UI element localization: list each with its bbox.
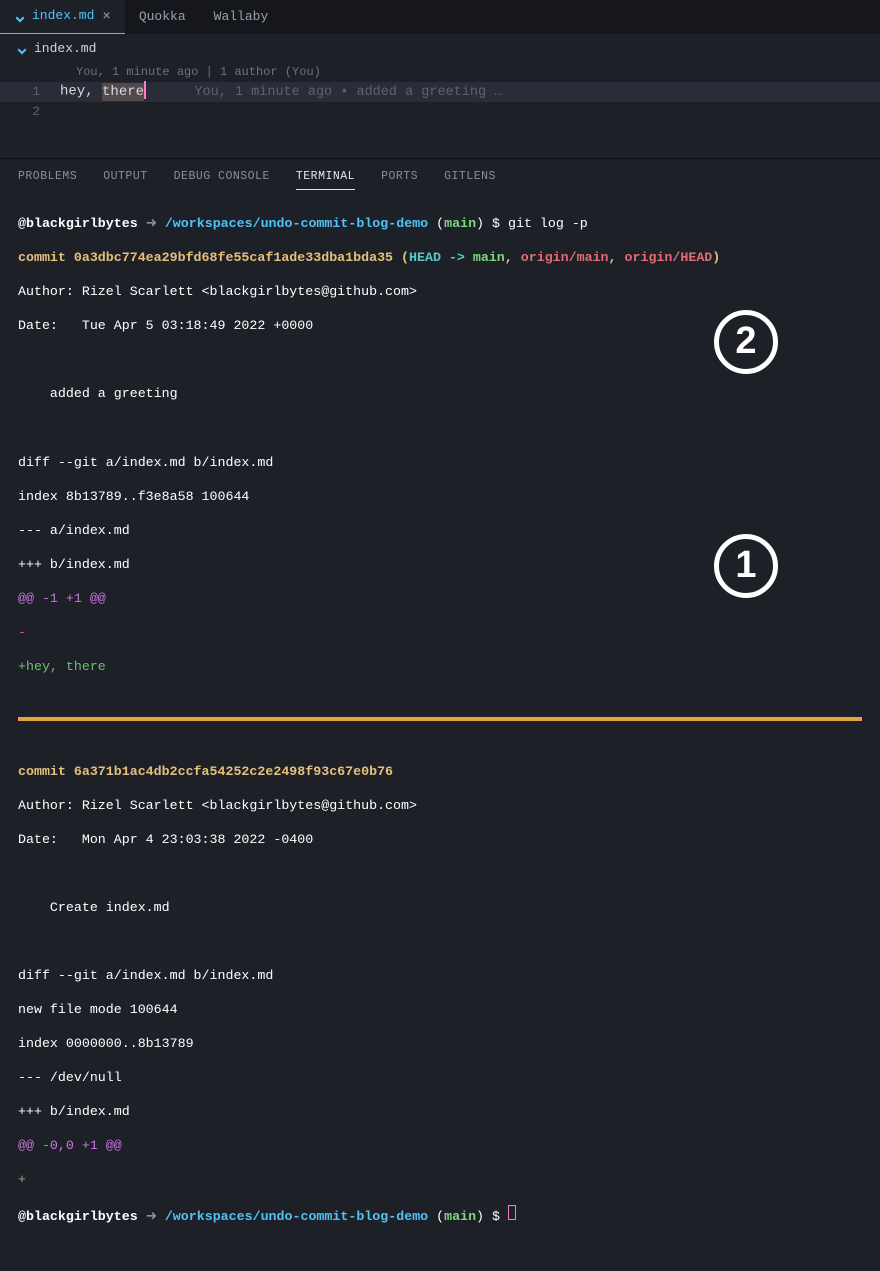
git-diff-newfile: new file mode 100644 [18,1001,862,1018]
tab-wallaby[interactable]: Wallaby [200,0,283,34]
terminal-command: git log -p [508,216,588,231]
code-editor[interactable]: You, 1 minute ago | 1 author (You) 1 hey… [0,64,880,122]
annotation-divider [18,717,862,721]
git-message: added a greeting [18,385,862,402]
git-removed-line: - [18,624,862,641]
breadcrumb[interactable]: index.md [0,34,880,64]
blame-annotation: You, 1 minute ago | 1 author (You) [0,64,880,82]
tab-label: Quokka [139,8,186,26]
git-diff-plus: +++ b/index.md [18,1103,862,1120]
git-diff-index: index 8b13789..f3e8a58 100644 [18,488,862,505]
markdown-icon [14,12,24,22]
git-diff-header: diff --git a/index.md b/index.md [18,454,862,471]
git-hunk-header: @@ -0,0 +1 @@ [18,1137,862,1154]
line-text: hey, [60,84,102,100]
editor-tabs: index.md × Quokka Wallaby [0,0,880,34]
git-author-line: Author: Rizel Scarlett <blackgirlbytes@g… [18,797,862,814]
tab-terminal[interactable]: TERMINAL [296,169,355,190]
tab-label: Wallaby [214,8,269,26]
terminal-prompt-line: @blackgirlbytes ➜ /workspaces/undo-commi… [18,1205,862,1225]
breadcrumb-filename: index.md [34,40,96,58]
tab-output[interactable]: OUTPUT [103,169,147,190]
text-caret [144,81,146,99]
terminal-prompt-line: @blackgirlbytes ➜ /workspaces/undo-commi… [18,215,862,232]
git-message: Create index.md [18,899,862,916]
line-number: 1 [0,83,60,101]
inline-blame: You, 1 minute ago • added a greeting … [154,85,502,100]
line-number: 2 [0,103,60,121]
annotation-circle-1: 1 [714,534,778,598]
tab-gitlens[interactable]: GITLENS [444,169,496,190]
git-added-line: + [18,1171,862,1188]
editor-line[interactable]: 1 hey, there You, 1 minute ago • added a… [0,82,880,102]
git-commit-line: commit 0a3dbc774ea29bfd68fe55caf1ade33db… [18,249,862,266]
text-selection: there [102,83,144,101]
close-icon[interactable]: × [102,10,110,24]
git-diff-minus: --- /dev/null [18,1069,862,1086]
tab-index-md[interactable]: index.md × [0,0,125,34]
git-diff-header: diff --git a/index.md b/index.md [18,967,862,984]
git-author-line: Author: Rizel Scarlett <blackgirlbytes@g… [18,283,862,300]
tab-label: index.md [32,7,94,25]
markdown-icon [16,44,26,54]
git-diff-index: index 0000000..8b13789 [18,1035,862,1052]
panel-tabs: PROBLEMS OUTPUT DEBUG CONSOLE TERMINAL P… [0,159,880,198]
git-date-line: Date: Mon Apr 4 23:03:38 2022 -0400 [18,831,862,848]
tab-problems[interactable]: PROBLEMS [18,169,77,190]
tab-quokka[interactable]: Quokka [125,0,200,34]
git-commit-line: commit 6a371b1ac4db2ccfa54252c2e2498f93c… [18,763,862,780]
editor-line[interactable]: 2 [0,102,880,122]
annotation-circle-2: 2 [714,310,778,374]
terminal-cursor [508,1205,516,1220]
git-added-line: +hey, there [18,658,862,675]
tab-ports[interactable]: PORTS [381,169,418,190]
tab-debug-console[interactable]: DEBUG CONSOLE [174,169,270,190]
